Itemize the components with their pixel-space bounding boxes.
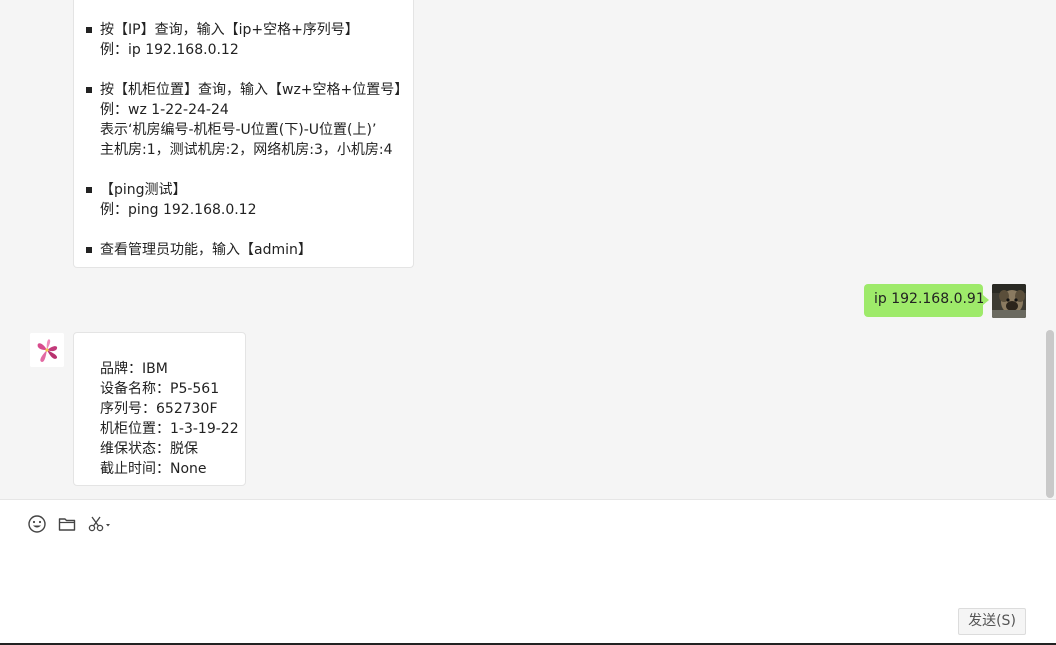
- sent-message-text: ip 192.168.0.91: [874, 291, 985, 307]
- dog-photo-icon: [992, 284, 1026, 318]
- help-line: 例：ping 192.168.0.12: [100, 202, 257, 218]
- help-line: 表示‘机房编号-机柜号-U位置(下)-U位置(上)’: [100, 122, 377, 138]
- sent-message-bubble: ip 192.168.0.91: [864, 284, 989, 317]
- help-line: 查看管理员功能，输入【admin】: [86, 242, 312, 258]
- reply-line: 维保状态：脱保: [100, 441, 198, 457]
- my-avatar[interactable]: [992, 284, 1026, 318]
- help-line: 例：wz 1-22-24-24: [100, 102, 229, 118]
- scissors-icon[interactable]: [87, 514, 113, 534]
- reply-message-bubble: 品牌：IBM 设备名称：P5-561 序列号：652730F 机柜位置：1-3-…: [73, 332, 246, 486]
- flower-logo-icon: [30, 333, 64, 367]
- emoji-icon[interactable]: [27, 514, 47, 534]
- message-composer: 发送(S): [0, 499, 1056, 645]
- bot-avatar[interactable]: [30, 333, 64, 367]
- reply-line: 品牌：IBM: [100, 361, 168, 377]
- chat-area: 按【IP】查询，输入【ip+空格+序列号】 例：ip 192.168.0.12 …: [0, 0, 1056, 499]
- help-line: 例：ip 192.168.0.12: [100, 42, 239, 58]
- folder-icon[interactable]: [57, 514, 77, 534]
- help-message-bubble: 按【IP】查询，输入【ip+空格+序列号】 例：ip 192.168.0.12 …: [73, 0, 414, 268]
- reply-line: 机柜位置：1-3-19-22: [100, 421, 239, 437]
- reply-line: 序列号：652730F: [100, 401, 218, 417]
- chat-scrollbar[interactable]: [1046, 330, 1054, 498]
- reply-line: 截止时间：None: [100, 461, 207, 477]
- reply-line: 设备名称：P5-561: [100, 381, 220, 397]
- help-line: 【ping测试】: [86, 182, 187, 198]
- send-button[interactable]: 发送(S): [958, 608, 1026, 635]
- help-line: 主机房:1，测试机房:2，网络机房:3，小机房:4: [100, 142, 393, 158]
- help-line: 按【IP】查询，输入【ip+空格+序列号】: [86, 22, 359, 38]
- help-line: 按【机柜位置】查询，输入【wz+空格+位置号】: [85, 82, 409, 98]
